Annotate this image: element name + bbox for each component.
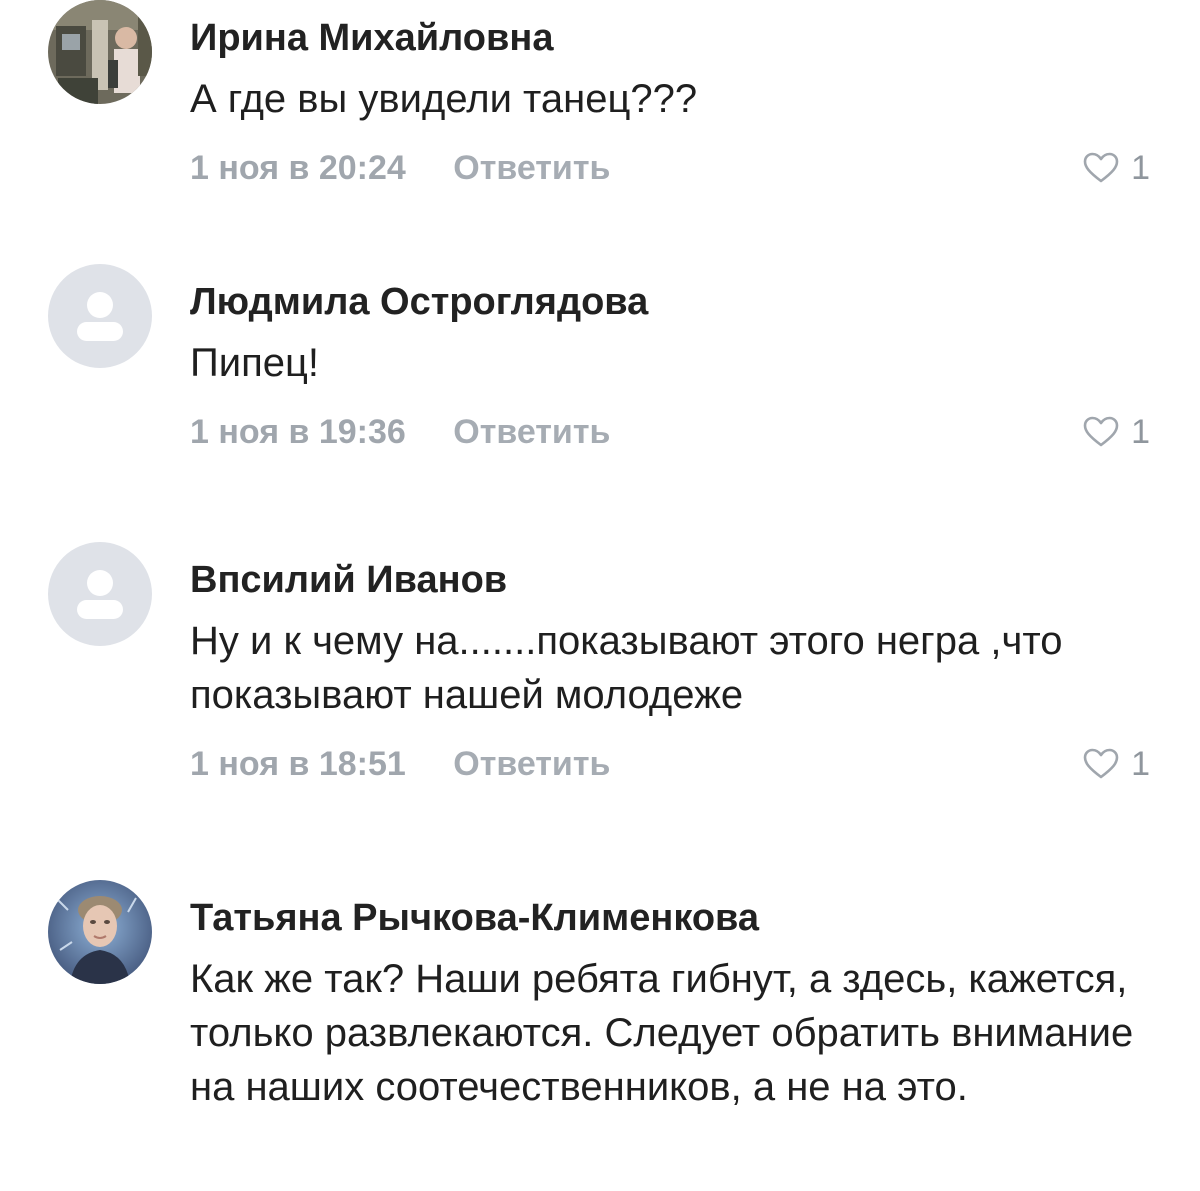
heart-icon	[1083, 748, 1119, 780]
comment-author[interactable]: Татьяна Рычкова-Клименкова	[190, 896, 1152, 940]
reply-button[interactable]: Ответить	[453, 742, 610, 786]
comment-text: Ну и к чему на.......показывают этого не…	[190, 619, 1063, 717]
comment-timestamp[interactable]: 1 ноя в 18:51	[190, 742, 406, 786]
user-photo-avatar[interactable]	[48, 0, 152, 104]
comment-text: А где вы увидели танец???	[190, 77, 698, 121]
default-user-avatar-icon[interactable]	[48, 542, 152, 646]
reply-button[interactable]: Ответить	[453, 410, 610, 454]
reply-button[interactable]: Ответить	[453, 146, 610, 190]
like-count: 1	[1131, 745, 1150, 783]
user-photo-avatar[interactable]	[48, 880, 152, 984]
like-button[interactable]: 1	[1083, 742, 1150, 786]
default-user-avatar-icon[interactable]	[48, 264, 152, 368]
heart-icon	[1083, 416, 1119, 448]
like-button[interactable]: 1	[1083, 146, 1150, 190]
heart-icon	[1083, 152, 1119, 184]
like-count: 1	[1131, 413, 1150, 451]
comment-text: Пипец!	[190, 341, 320, 385]
comment-meta: 1 ноя в 19:36 Ответить 1	[190, 410, 1152, 454]
comment-author[interactable]: Ирина Михайловна	[190, 16, 1152, 60]
like-button[interactable]: 1	[1083, 410, 1150, 454]
comment-author[interactable]: Людмила Остроглядова	[190, 280, 1152, 324]
comment-meta: 1 ноя в 20:24 Ответить 1	[190, 146, 1152, 190]
comment-text: Как же так? Наши ребята гибнут, а здесь,…	[190, 957, 1134, 1109]
comment-timestamp[interactable]: 1 ноя в 19:36	[190, 410, 406, 454]
like-count: 1	[1131, 149, 1150, 187]
comment-author[interactable]: Впсилий Иванов	[190, 558, 1152, 602]
comment-meta: 1 ноя в 18:51 Ответить 1	[190, 742, 1152, 786]
comment-timestamp[interactable]: 1 ноя в 20:24	[190, 146, 406, 190]
